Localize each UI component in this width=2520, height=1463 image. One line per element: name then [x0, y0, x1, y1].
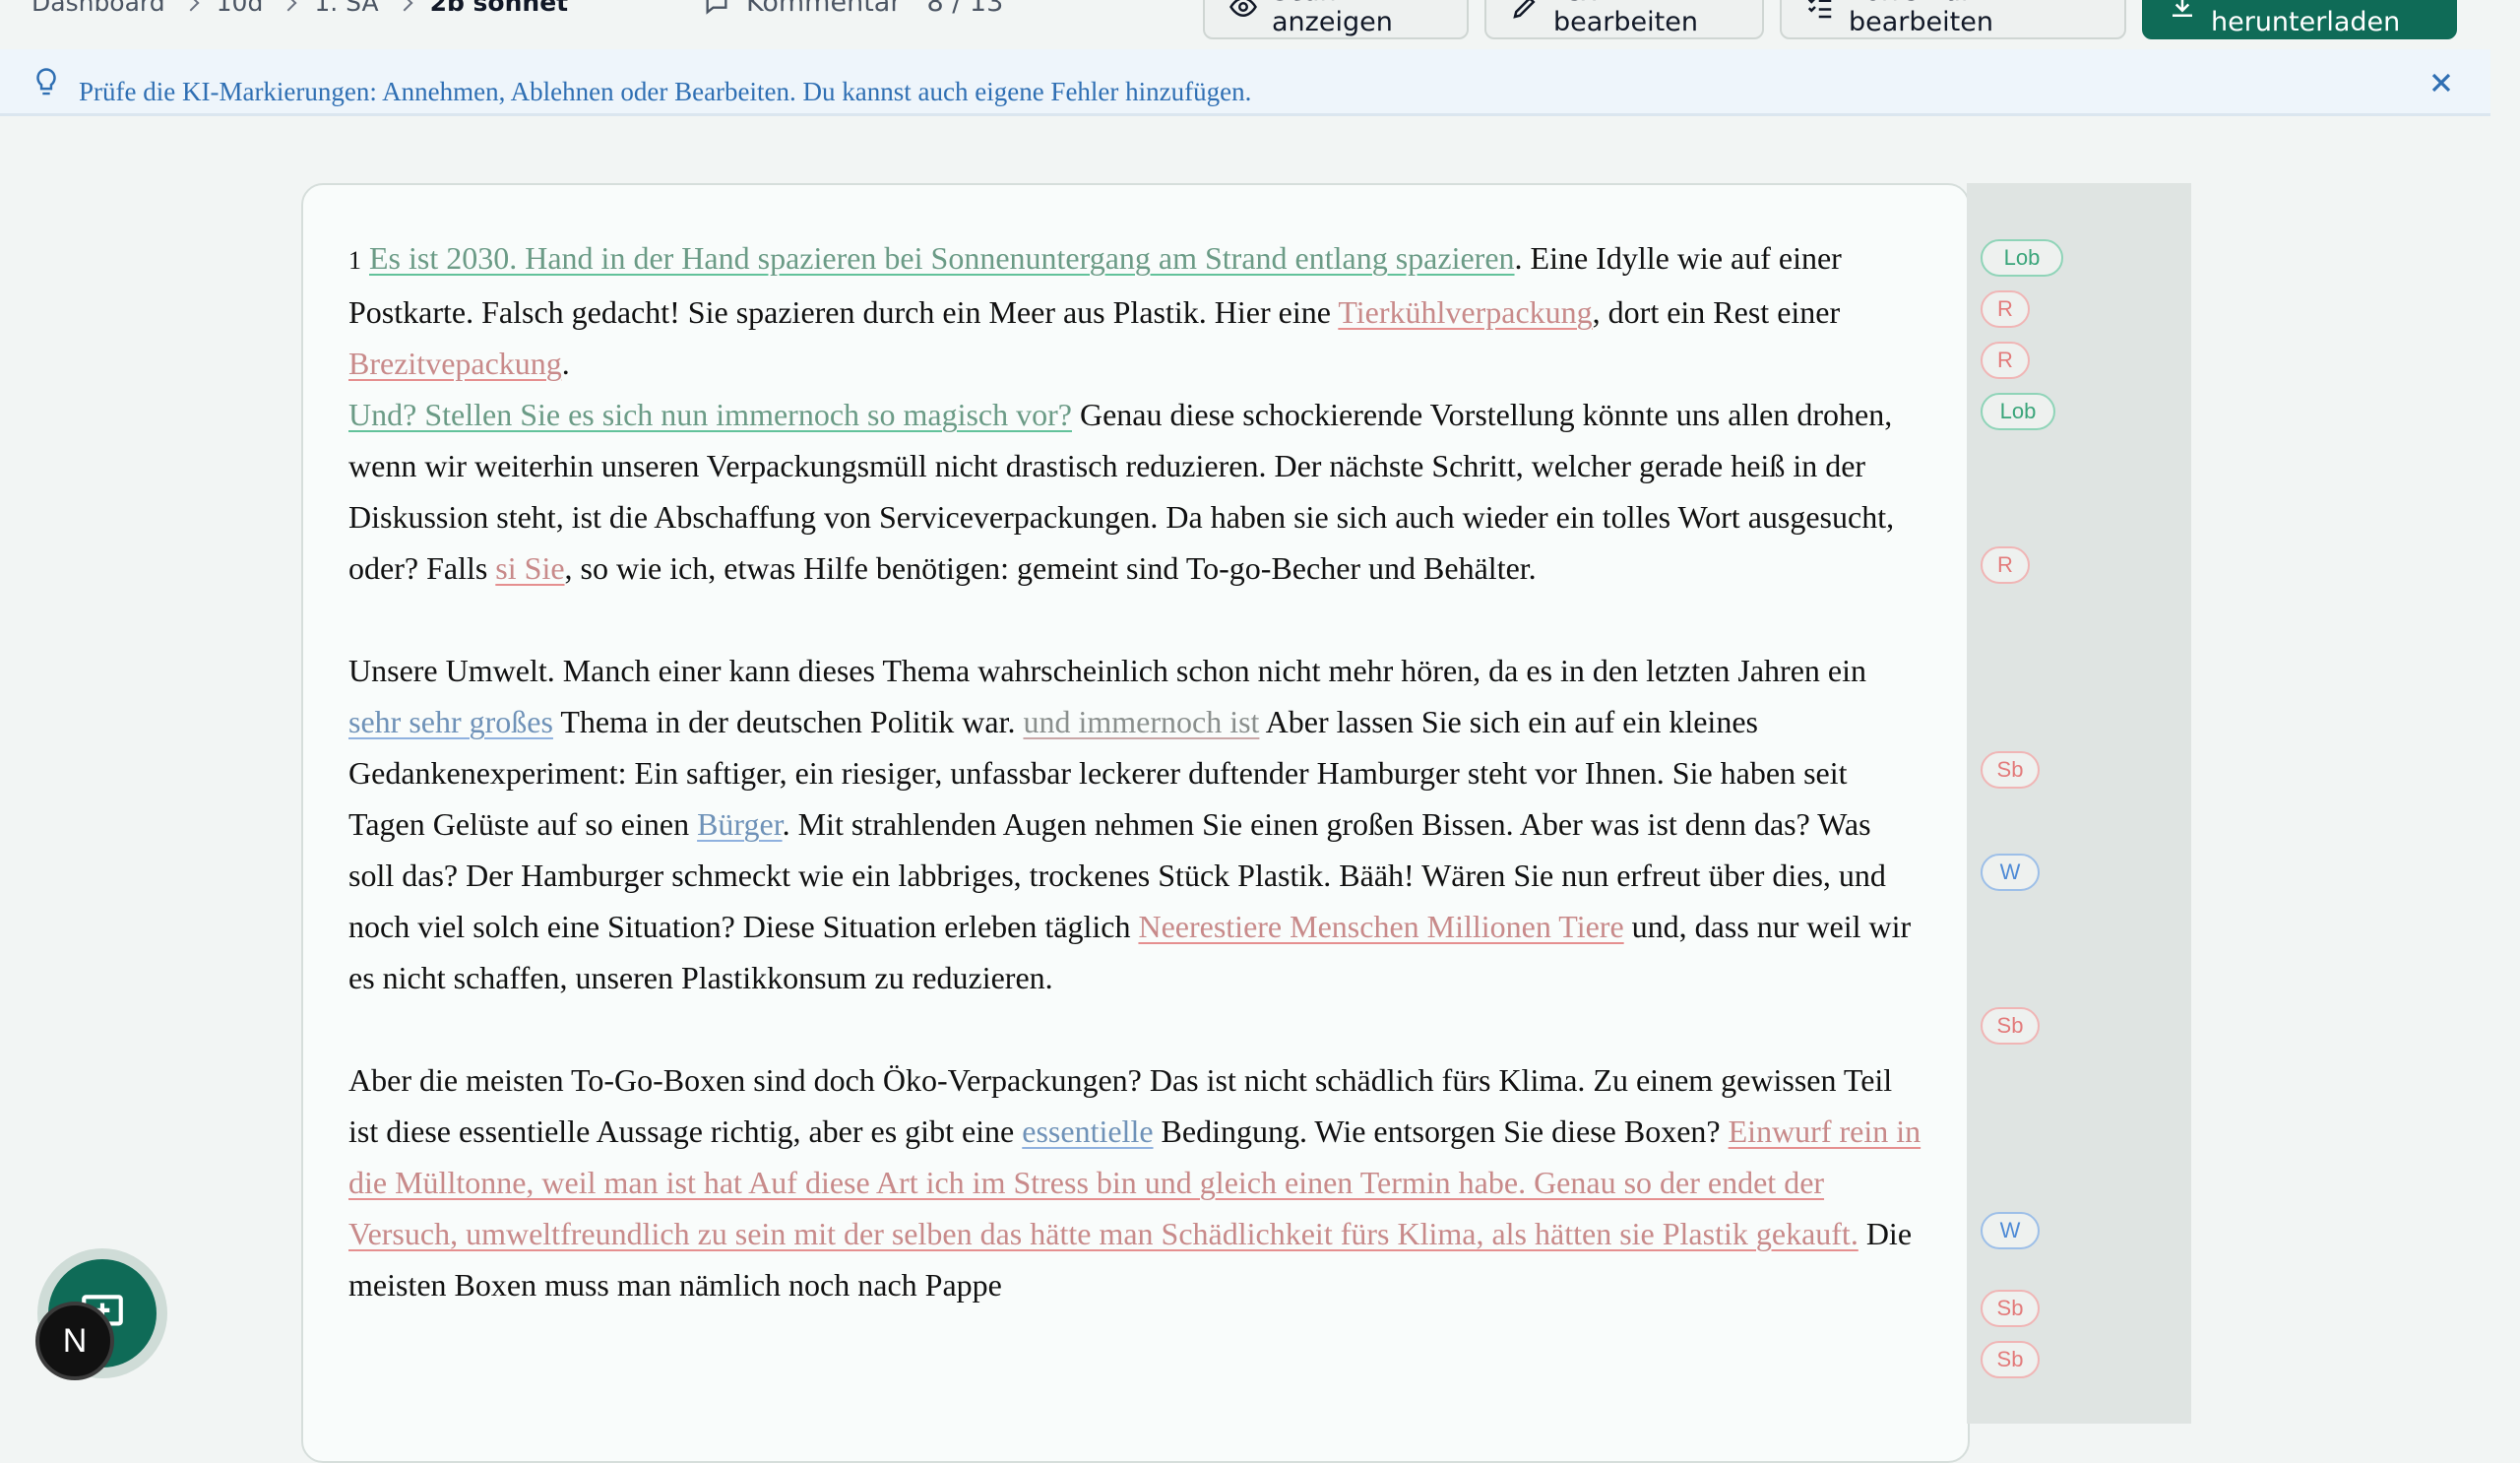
banner-text: Prüfe die KI-Markierungen: Annehmen, Abl…	[79, 77, 1252, 106]
eye-icon	[1229, 0, 1257, 18]
paragraph-2: Unsere Umwelt. Manch einer kann dieses T…	[348, 645, 1923, 1003]
tag-r[interactable]: R	[1981, 546, 2030, 584]
breadcrumb-class[interactable]: 10d	[217, 0, 264, 17]
chevron-right-icon	[182, 0, 200, 11]
info-banner: Prüfe die KI-Markierungen: Annehmen, Abl…	[0, 49, 2490, 116]
scan-label: Scan anzeigen	[1272, 0, 1393, 37]
download-icon	[2173, 0, 2192, 17]
text-run: , dort ein Rest einer	[1592, 294, 1841, 330]
paragraph-1: 1 Es ist 2030. Hand in der Hand spazieren…	[348, 232, 1923, 594]
marked-span-sb[interactable]: und immernoch ist	[1023, 704, 1259, 739]
comment-count: 8 / 13	[926, 0, 1004, 18]
marked-span-sb[interactable]: Neerestiere Menschen Millionen Tiere	[1138, 909, 1623, 944]
text-run: Thema in der deutschen Politik war.	[552, 704, 1024, 739]
comment-button[interactable]: Kommentar 8 / 13	[703, 0, 1003, 18]
essay-text: 1 Es ist 2030. Hand in der Hand spazieren…	[348, 232, 1923, 1362]
edit-correction-button[interactable]: Korrektur bearbeiten	[1780, 0, 2126, 39]
tag-sb[interactable]: Sb	[1981, 1007, 2040, 1045]
avatar[interactable]: N	[35, 1302, 114, 1380]
tag-lob[interactable]: Lob	[1981, 239, 2063, 277]
tag-sb[interactable]: Sb	[1981, 1290, 2040, 1327]
chevron-right-icon	[280, 0, 297, 11]
breadcrumb: Dashboard 10d 1. SA 2b sonnet	[32, 0, 568, 17]
paragraph-3: Aber die meisten To-Go-Boxen sind doch Ö…	[348, 1054, 1923, 1310]
breadcrumb-assignment[interactable]: 1. SA	[314, 0, 378, 17]
scan-button[interactable]: Scan anzeigen	[1203, 0, 1469, 39]
line-number: 1	[348, 246, 361, 275]
edit-text-button[interactable]: Text bearbeiten	[1484, 0, 1764, 39]
tag-sb[interactable]: Sb	[1981, 751, 2040, 789]
text-run: Bedingung. Wie entsorgen Sie diese Boxen…	[1153, 1113, 1729, 1149]
text-run: Unsere Umwelt. Manch einer kann dieses T…	[348, 653, 1866, 688]
marked-span-r[interactable]: si Sie	[495, 550, 564, 586]
edit-correction-label: Korrektur bearbeiten	[1849, 0, 1993, 37]
breadcrumb-current: 2b sonnet	[429, 0, 569, 17]
tag-w[interactable]: W	[1981, 1212, 2040, 1249]
marked-span-lob[interactable]: Und? Stellen Sie es sich nun immernoch s…	[348, 397, 1072, 432]
close-icon[interactable]	[2426, 67, 2457, 98]
download-pdf-label: PDF herunterladen	[2211, 0, 2401, 37]
text-run: , so wie ich, etwas Hilfe benötigen: gem…	[564, 550, 1537, 586]
marked-span-r[interactable]: Brezitvepackung	[348, 346, 562, 381]
marked-span-w[interactable]: essentielle	[1022, 1113, 1153, 1149]
marked-span-lob[interactable]: Es ist 2030. Hand in der Hand spazieren …	[369, 240, 1515, 276]
marked-span-w[interactable]: Bürger	[697, 806, 783, 842]
comment-label: Kommentar	[746, 0, 902, 18]
lightbulb-icon	[36, 68, 56, 95]
tag-r[interactable]: R	[1981, 342, 2030, 379]
text-run: .	[561, 346, 570, 381]
tag-w[interactable]: W	[1981, 854, 2040, 891]
tag-r[interactable]: R	[1981, 290, 2030, 328]
marked-span-r[interactable]: Tierkühlverpackung	[1338, 294, 1592, 330]
top-bar: Dashboard 10d 1. SA 2b sonnet Kommentar …	[0, 0, 2520, 49]
comment-icon	[706, 0, 727, 15]
tag-sb[interactable]: Sb	[1981, 1341, 2040, 1378]
edit-text-label: Text bearbeiten	[1553, 0, 1698, 37]
chevron-right-icon	[396, 0, 413, 11]
pencil-icon	[1513, 0, 1536, 19]
marked-span-sb[interactable]: sehr sehr großes	[348, 704, 553, 739]
checklist-icon	[1807, 0, 1832, 19]
tag-lob[interactable]: Lob	[1981, 393, 2055, 430]
breadcrumb-dashboard[interactable]: Dashboard	[32, 0, 165, 17]
download-pdf-button[interactable]: PDF herunterladen	[2142, 0, 2457, 39]
